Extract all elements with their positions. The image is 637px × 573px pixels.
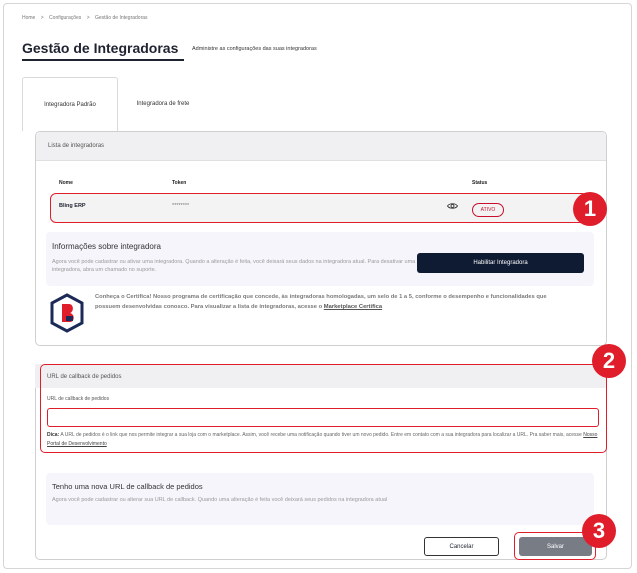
page-title: Gestão de Integradoras: [22, 40, 179, 56]
step-marker-2: 2: [592, 344, 626, 378]
eye-icon[interactable]: [447, 202, 458, 210]
step-marker-1: 1: [573, 192, 607, 226]
step-marker-3: 3: [582, 514, 616, 548]
column-token: Token: [172, 180, 187, 186]
integrator-name: Bling ERP: [59, 203, 86, 209]
callback-hint: Dica: A URL de pedidos é o link que nos …: [47, 431, 599, 449]
callback-url-input[interactable]: [47, 408, 599, 427]
info-title: Informações sobre integradora: [52, 242, 161, 251]
status-badge: ATIVO: [472, 203, 504, 217]
new-url-title: Tenho uma nova URL de callback de pedido…: [52, 482, 203, 491]
breadcrumb-configuracoes[interactable]: Configurações: [49, 15, 81, 21]
breadcrumb-separator: >: [86, 15, 90, 21]
hint-text: A URL de pedidos é o link que nos permit…: [59, 432, 584, 438]
integrator-token: ********: [172, 203, 190, 209]
column-name: Nome: [59, 180, 73, 186]
certifica-logo-icon: [50, 293, 84, 333]
page-subtitle: Administre as configurações das suas int…: [192, 46, 317, 52]
breadcrumb-current: Gestão de Integradoras: [95, 15, 148, 21]
tab-integradora-frete[interactable]: Integradora de frete: [120, 77, 206, 131]
certifica-text: Conheça o Certifica! Nosso programa de c…: [95, 292, 565, 312]
breadcrumb-home[interactable]: Home: [22, 15, 35, 21]
title-underline: [22, 59, 184, 61]
tab-integradora-padrao[interactable]: Integradora Padrão: [22, 77, 118, 131]
cancel-button[interactable]: Cancelar: [424, 537, 499, 556]
hint-prefix: Dica:: [47, 432, 60, 438]
integrators-card-header: Lista de integradoras: [36, 132, 606, 161]
column-status: Status: [472, 180, 488, 186]
certifica-description: Conheça o Certifica! Nosso programa de c…: [95, 294, 547, 310]
enable-integrator-button[interactable]: Habilitar Integradora: [417, 253, 584, 273]
new-url-text: Agora você pode cadastrar ou alterar sua…: [52, 497, 388, 503]
table-row[interactable]: [50, 193, 588, 223]
callback-url-label: URL de callback de pedidos: [47, 396, 110, 402]
breadcrumb: Home > Configurações > Gestão de Integra…: [22, 15, 152, 21]
marketplace-certifica-link[interactable]: Marketplace Certifica: [324, 304, 382, 310]
breadcrumb-separator: >: [40, 15, 44, 21]
save-button[interactable]: Salvar: [519, 537, 592, 556]
info-text: Agora você pode cadastrar ou ativar uma …: [52, 259, 416, 273]
